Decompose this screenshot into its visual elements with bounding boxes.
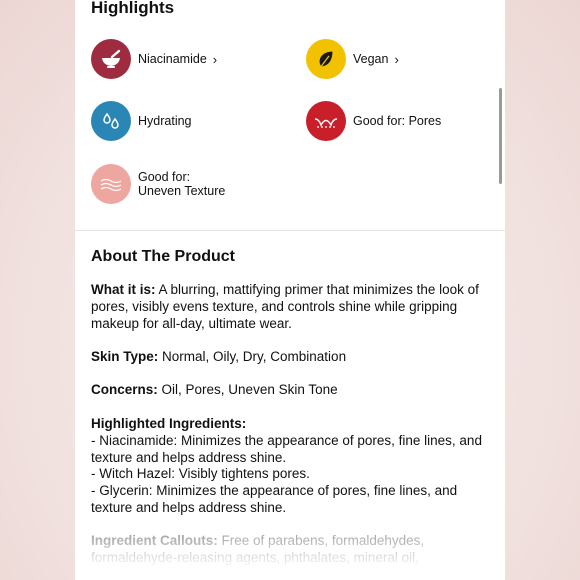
ingredient-line: - Witch Hazel: Visibly tightens pores. — [91, 466, 310, 482]
highlight-good-for-uneven-texture: Good for: Uneven Texture — [91, 164, 225, 204]
concerns-label: Concerns: — [91, 382, 158, 397]
highlight-niacinamide[interactable]: Niacinamide › — [91, 39, 217, 79]
highlight-label: Vegan — [353, 52, 389, 66]
highlight-label: Niacinamide — [138, 52, 207, 66]
highlight-label-line2: Uneven Texture — [138, 184, 226, 198]
water-drops-icon — [91, 101, 131, 141]
highlight-label: Hydrating — [138, 114, 192, 128]
highlight-vegan[interactable]: Vegan › — [306, 39, 399, 79]
highlight-label: Good for: Uneven Texture — [138, 170, 225, 198]
leaf-icon — [306, 39, 346, 79]
ingredient-line: - Niacinamide: Minimizes the appearance … — [91, 432, 482, 465]
scrollbar[interactable] — [499, 88, 502, 184]
chevron-right-icon: › — [394, 51, 399, 67]
ingredient-line: - Glycerin: Minimizes the appearance of … — [91, 483, 458, 515]
highlights-title: Highlights — [91, 0, 175, 17]
highlight-good-for-pores: Good for: Pores — [306, 101, 441, 141]
skin-pores-icon — [306, 101, 346, 141]
highlight-hydrating: Hydrating — [91, 101, 192, 141]
concerns-paragraph: Concerns: Oil, Pores, Uneven Skin Tone — [91, 382, 491, 399]
ingredient-callouts-paragraph: Ingredient Callouts: Free of parabens, f… — [91, 533, 491, 567]
about-title: About The Product — [91, 248, 235, 265]
skin-type-paragraph: Skin Type: Normal, Oily, Dry, Combinatio… — [91, 349, 491, 366]
highlighted-ingredients-section: Highlighted Ingredients: - Niacinamide: … — [91, 416, 491, 517]
concerns-text: Oil, Pores, Uneven Skin Tone — [161, 382, 338, 397]
mortar-pestle-icon — [91, 39, 131, 79]
highlighted-ingredients-label: Highlighted Ingredients: — [91, 416, 247, 431]
section-divider — [75, 230, 505, 231]
skin-type-label: Skin Type: — [91, 349, 159, 364]
highlight-label-line1: Good for: — [138, 170, 191, 184]
what-it-is-label: What it is: — [91, 282, 156, 297]
chevron-right-icon: › — [212, 51, 218, 67]
ingredient-callouts-label: Ingredient Callouts: — [91, 533, 218, 548]
product-details-panel: Highlights Niacinamide › Vegan › Hydrati… — [75, 0, 505, 580]
what-it-is-paragraph: What it is: A blurring, mattifying prime… — [91, 282, 491, 332]
skin-texture-icon — [91, 164, 131, 204]
highlight-label: Good for: Pores — [353, 114, 442, 128]
skin-type-text: Normal, Oily, Dry, Combination — [162, 349, 347, 364]
